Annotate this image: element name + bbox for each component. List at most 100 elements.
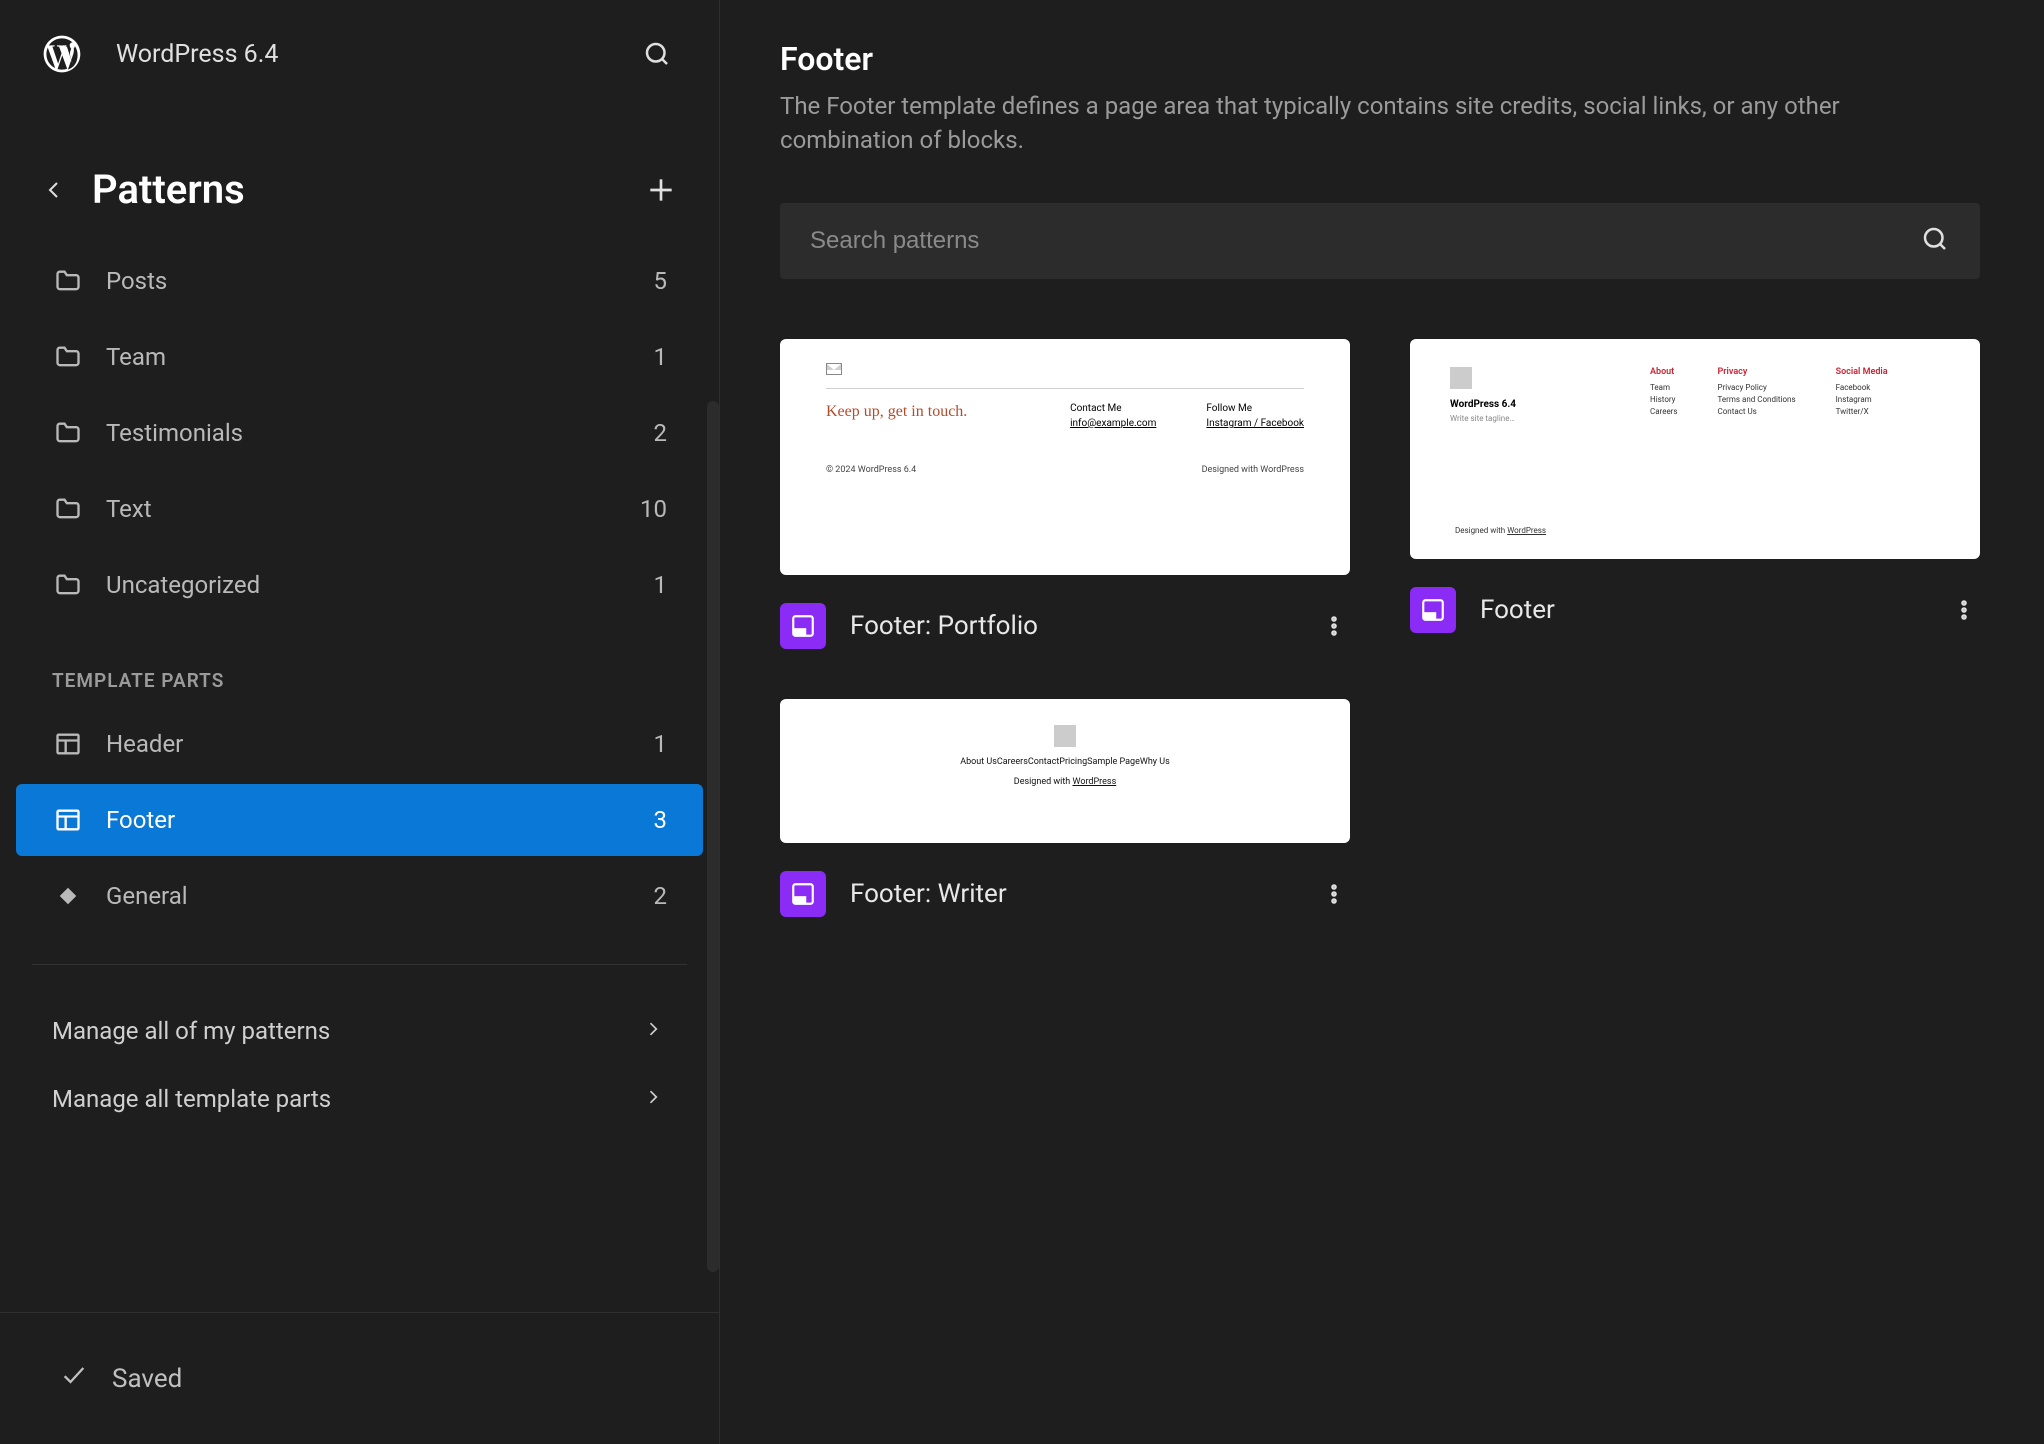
preview-col-line: Twitter/X <box>1836 407 1888 416</box>
category-count: 1 <box>654 571 668 599</box>
category-count: 10 <box>640 495 667 523</box>
category-count: 5 <box>654 267 668 295</box>
category-label: Uncategorized <box>106 571 632 599</box>
category-count: 2 <box>654 419 668 447</box>
layout-icon <box>52 804 84 836</box>
preview-links: About UsCareersContactPricingSample Page… <box>960 757 1170 767</box>
sidebar-category-testimonials[interactable]: Testimonials 2 <box>16 397 703 469</box>
folder-icon <box>52 341 84 373</box>
manage-template-parts[interactable]: Manage all template parts <box>16 1065 703 1133</box>
folder-icon <box>52 493 84 525</box>
preview-col-line: Instagram <box>1836 395 1888 404</box>
pattern-title: Footer: Writer <box>850 879 1294 909</box>
diamond-icon <box>52 880 84 912</box>
pattern-grid: Keep up, get in touch. Contact Me info@e… <box>780 339 1984 917</box>
sidebar-template-part-header[interactable]: Header 1 <box>16 708 703 780</box>
pattern-preview: Keep up, get in touch. Contact Me info@e… <box>780 339 1350 575</box>
open-command-palette-button[interactable] <box>635 32 679 76</box>
category-label: Posts <box>106 267 632 295</box>
check-icon <box>60 1361 88 1396</box>
section-title: Patterns <box>92 166 619 213</box>
preview-tagline: Write site tagline… <box>1450 414 1610 423</box>
sidebar: WordPress 6.4 Patterns Posts 5 Team 1 Te… <box>0 0 720 1444</box>
preview-brand: WordPress 6.4 <box>1450 399 1610 410</box>
preview-foot-right: Designed with WordPress <box>1202 465 1304 475</box>
preview-col-line: Team <box>1650 383 1678 392</box>
manage-template-parts-label: Manage all template parts <box>52 1085 621 1113</box>
layout-icon <box>52 728 84 760</box>
placeholder-icon <box>1054 725 1076 747</box>
template-part-count: 3 <box>654 806 668 834</box>
preview-col-line: Terms and Conditions <box>1718 395 1796 404</box>
main-content: Footer The Footer template defines a pag… <box>720 0 2044 1444</box>
category-label: Text <box>106 495 618 523</box>
category-label: Team <box>106 343 632 371</box>
category-count: 1 <box>654 343 668 371</box>
pattern-card-footer-portfolio[interactable]: Keep up, get in touch. Contact Me info@e… <box>780 339 1350 649</box>
preview-col-head: About <box>1650 367 1678 377</box>
template-part-icon <box>780 603 826 649</box>
saved-label: Saved <box>112 1364 182 1394</box>
pattern-preview: About UsCareersContactPricingSample Page… <box>780 699 1350 843</box>
preview-foot-left: © 2024 WordPress 6.4 <box>826 465 916 475</box>
sidebar-category-team[interactable]: Team 1 <box>16 321 703 393</box>
sidebar-template-part-general[interactable]: General 2 <box>16 860 703 932</box>
template-part-label: Header <box>106 730 632 758</box>
search-icon <box>1920 224 1950 258</box>
divider <box>32 964 687 965</box>
page-description: The Footer template defines a page area … <box>780 90 1930 157</box>
page-title: Footer <box>780 40 1984 78</box>
pattern-title: Footer <box>1480 595 1924 625</box>
pattern-actions-button[interactable] <box>1948 594 1980 626</box>
topbar: WordPress 6.4 <box>0 0 719 108</box>
template-part-label: General <box>106 882 632 910</box>
chevron-right-icon <box>643 1085 667 1113</box>
manage-my-patterns-label: Manage all of my patterns <box>52 1017 621 1045</box>
preview-col-line: Facebook <box>1836 383 1888 392</box>
pattern-actions-button[interactable] <box>1318 878 1350 910</box>
preview-col-line: Privacy Policy <box>1718 383 1796 392</box>
preview-col-line: Contact Us <box>1718 407 1796 416</box>
folder-icon <box>52 569 84 601</box>
preview-col-line: History <box>1650 395 1678 404</box>
template-part-count: 1 <box>654 730 668 758</box>
template-part-icon <box>780 871 826 917</box>
section-header: Patterns <box>0 108 719 241</box>
envelope-icon <box>826 363 842 375</box>
preview-headline: Keep up, get in touch. <box>826 403 1020 421</box>
category-label: Testimonials <box>106 419 632 447</box>
pattern-card-footer-writer[interactable]: About UsCareersContactPricingSample Page… <box>780 699 1350 917</box>
site-title: WordPress 6.4 <box>116 40 603 69</box>
wordpress-logo-icon[interactable] <box>40 32 84 76</box>
template-parts-heading: TEMPLATE PARTS <box>16 625 703 704</box>
template-part-count: 2 <box>654 882 668 910</box>
sidebar-category-uncategorized[interactable]: Uncategorized 1 <box>16 549 703 621</box>
folder-icon <box>52 417 84 449</box>
pattern-search-input[interactable] <box>810 227 1920 255</box>
manage-my-patterns[interactable]: Manage all of my patterns <box>16 997 703 1065</box>
preview-col-line: Careers <box>1650 407 1678 416</box>
preview-col-head: Social Media <box>1836 367 1888 377</box>
folder-icon <box>52 265 84 297</box>
pattern-actions-button[interactable] <box>1318 610 1350 642</box>
preview-col-head: Privacy <box>1718 367 1796 377</box>
preview-foot: Designed with WordPress <box>1014 777 1116 787</box>
preview-link: info@example.com <box>1070 418 1156 429</box>
chevron-right-icon <box>643 1017 667 1045</box>
pattern-title: Footer: Portfolio <box>850 611 1294 641</box>
scrollbar[interactable] <box>707 401 719 1272</box>
preview-foot: Designed with WordPress <box>1455 526 1546 535</box>
template-part-icon <box>1410 587 1456 633</box>
pattern-card-footer[interactable]: WordPress 6.4 Write site tagline… About T… <box>1410 339 1980 649</box>
sidebar-category-posts[interactable]: Posts 5 <box>16 245 703 317</box>
sidebar-scroll: Posts 5 Team 1 Testimonials 2 Text 10 Un… <box>0 241 719 1312</box>
back-button[interactable] <box>40 176 68 204</box>
preview-col-title: Contact Me <box>1070 403 1156 414</box>
sidebar-category-text[interactable]: Text 10 <box>16 473 703 545</box>
save-status-bar: Saved <box>0 1312 719 1444</box>
pattern-preview: WordPress 6.4 Write site tagline… About T… <box>1410 339 1980 559</box>
sidebar-template-part-footer[interactable]: Footer 3 <box>16 784 703 856</box>
pattern-search[interactable] <box>780 203 1980 279</box>
template-part-label: Footer <box>106 806 632 834</box>
add-pattern-button[interactable] <box>643 172 679 208</box>
